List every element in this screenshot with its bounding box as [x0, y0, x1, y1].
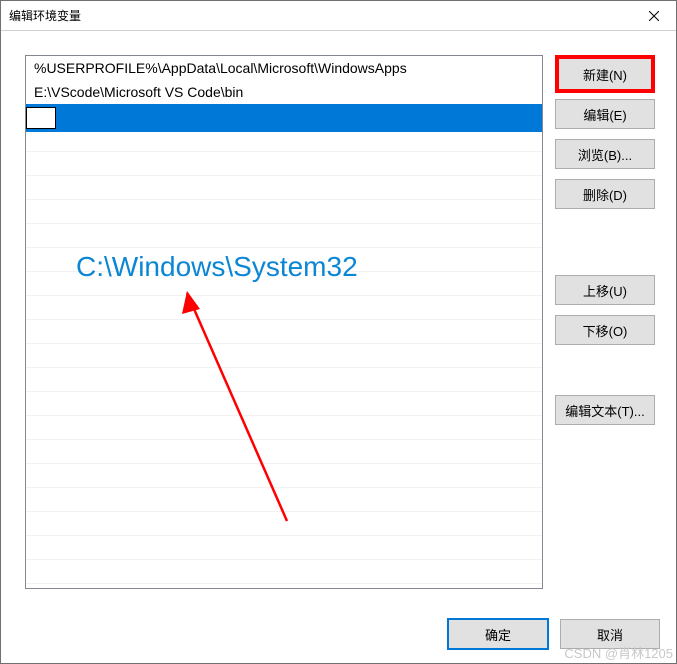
annotation-text: C:\Windows\System32	[76, 251, 358, 283]
button-column: 新建(N) 编辑(E) 浏览(B)... 删除(D) 上移(U) 下移(O) 编…	[555, 55, 659, 605]
close-button[interactable]	[631, 1, 676, 30]
new-button[interactable]: 新建(N)	[555, 55, 655, 93]
move-up-button[interactable]: 上移(U)	[555, 275, 655, 305]
browse-button[interactable]: 浏览(B)...	[555, 139, 655, 169]
env-var-dialog: 编辑环境变量 %USERPROFILE%\AppData\Local\Micro…	[0, 0, 677, 664]
dialog-title: 编辑环境变量	[9, 7, 81, 24]
titlebar: 编辑环境变量	[1, 1, 676, 31]
watermark: CSDN @肖林1205	[564, 643, 673, 662]
ok-button[interactable]: 确定	[448, 619, 548, 649]
selection-highlight	[56, 107, 534, 129]
edit-text-button[interactable]: 编辑文本(T)...	[555, 395, 655, 425]
list-item[interactable]: %USERPROFILE%\AppData\Local\Microsoft\Wi…	[26, 56, 542, 80]
move-down-button[interactable]: 下移(O)	[555, 315, 655, 345]
ruled-area	[26, 128, 542, 588]
edit-button[interactable]: 编辑(E)	[555, 99, 655, 129]
content-area: %USERPROFILE%\AppData\Local\Microsoft\Wi…	[1, 31, 676, 613]
inline-edit-input[interactable]	[26, 107, 56, 129]
list-item[interactable]: E:\VScode\Microsoft VS Code\bin	[26, 80, 542, 104]
close-icon	[649, 11, 659, 21]
path-list[interactable]: %USERPROFILE%\AppData\Local\Microsoft\Wi…	[25, 55, 543, 589]
delete-button[interactable]: 删除(D)	[555, 179, 655, 209]
